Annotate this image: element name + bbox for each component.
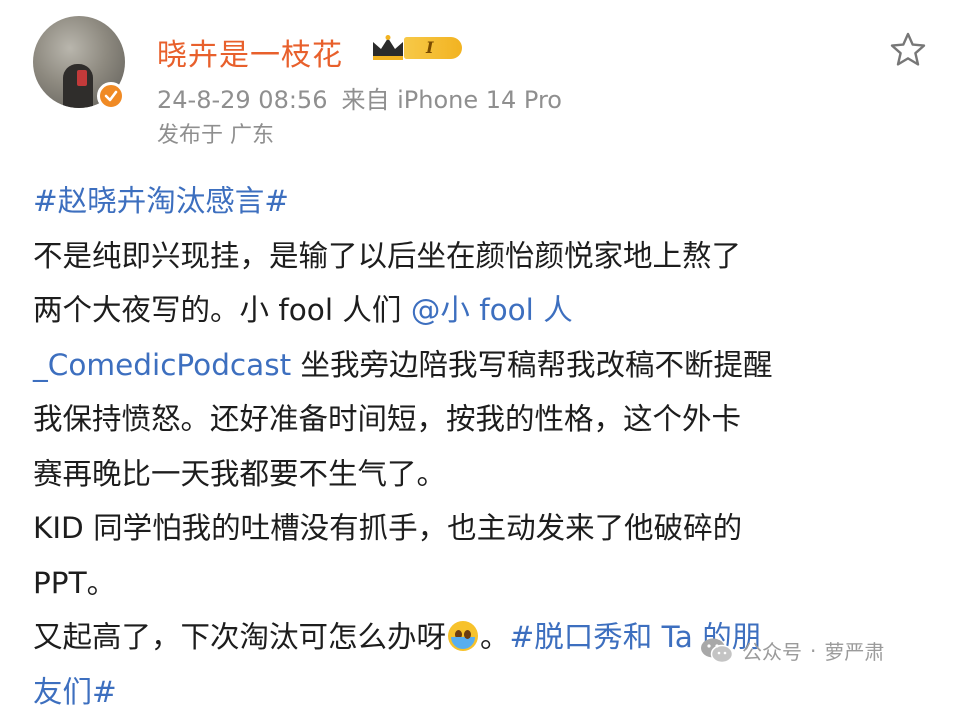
crown-icon — [370, 34, 406, 62]
mention-link[interactable]: _ComedicPodcast — [33, 348, 291, 382]
wechat-logo-icon — [700, 637, 734, 665]
watermark-platform: 公众号 — [742, 636, 802, 665]
post-text: 坐我旁边陪我写稿帮我改稿不断提醒 — [291, 348, 772, 382]
author-name[interactable]: 晓卉是一枝花 — [157, 30, 343, 74]
post-meta: 24-8-29 08:56 来自 iPhone 14 Pro — [157, 80, 562, 115]
post-location: 发布于 广东 — [157, 117, 274, 149]
crying-face-emoji — [448, 621, 478, 651]
star-outline-icon[interactable] — [888, 30, 928, 70]
level-text: I — [426, 38, 433, 57]
level-pill: I — [404, 37, 462, 59]
watermark-account: 萝严肃 — [824, 636, 884, 665]
post-text-line: PPT。 — [33, 556, 933, 611]
post-text-line: 赛再晚比一天我都要不生气了。 — [33, 447, 933, 502]
post-text-line: 不是纯即兴现挂，是输了以后坐在颜怡颜悦家地上熬了 — [33, 229, 933, 284]
mention-link[interactable]: @小 fool 人 — [411, 293, 573, 327]
post-text-line: 两个大夜写的。小 fool 人们 @小 fool 人 — [33, 283, 933, 338]
post-text: 又起高了，下次淘汰可怎么办呀 — [33, 620, 446, 654]
post-text-line: KID 同学怕我的吐槽没有抓手，也主动发来了他破碎的 — [33, 501, 933, 556]
topic-link[interactable]: #赵晓卉淘汰感言# — [33, 174, 933, 229]
watermark-separator: · — [810, 639, 816, 663]
post-text-line: _ComedicPodcast 坐我旁边陪我写稿帮我改稿不断提醒 — [33, 338, 933, 393]
post-text: 。 — [480, 620, 510, 654]
watermark: 公众号 · 萝严肃 — [700, 636, 884, 665]
post-text-line: 我保持愤怒。还好准备时间短，按我的性格，这个外卡 — [33, 392, 933, 447]
avatar-phone — [77, 70, 87, 86]
post-source: 来自 iPhone 14 Pro — [341, 86, 562, 114]
user-level-badge[interactable]: I — [370, 34, 462, 62]
verified-badge-icon — [97, 82, 125, 110]
post-time[interactable]: 24-8-29 08:56 — [157, 86, 327, 114]
post-text: 两个大夜写的。小 fool 人们 — [33, 293, 411, 327]
